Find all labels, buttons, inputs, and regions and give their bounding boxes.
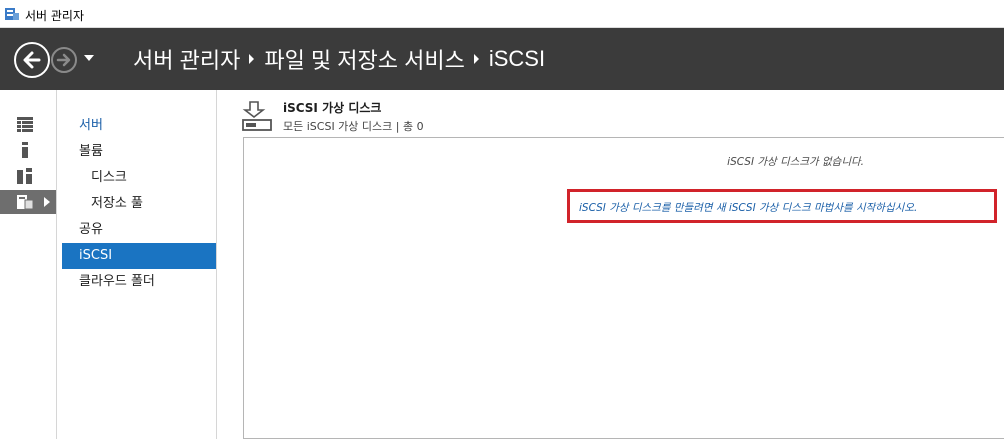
breadcrumb-iscsi: iSCSI <box>488 46 546 71</box>
history-dropdown-icon[interactable] <box>84 55 94 61</box>
forward-button[interactable] <box>51 47 77 73</box>
breadcrumb-file-storage[interactable]: 파일 및 저장소 서비스 <box>264 43 465 75</box>
breadcrumb-separator-icon <box>473 54 479 64</box>
nav-item-disks[interactable]: 디스크 <box>62 165 216 191</box>
iscsi-virtual-disk-icon <box>242 101 272 131</box>
nav-item-volumes[interactable]: 볼륨 <box>62 139 216 165</box>
navigation-pane: 서버 볼륨 디스크 저장소 풀 공유 iSCSI 클라우드 폴더 <box>61 90 217 439</box>
new-virtual-disk-wizard-link[interactable]: iSCSI 가상 디스크를 만들려면 새 iSCSI 가상 디스크 마법사를 시… <box>579 200 917 215</box>
section-title: iSCSI 가상 디스크 <box>283 101 382 115</box>
window-titlebar: 서버 관리자 <box>0 0 1004 28</box>
nav-item-shares[interactable]: 공유 <box>62 217 216 243</box>
empty-state-message: iSCSI 가상 디스크가 없습니다. <box>727 156 864 168</box>
header-bar: 서버 관리자 파일 및 저장소 서비스 iSCSI <box>0 28 1004 90</box>
breadcrumb-server-manager[interactable]: 서버 관리자 <box>133 43 240 75</box>
server-manager-app-icon <box>5 8 19 20</box>
sidebar-item-file-storage[interactable] <box>0 190 56 214</box>
back-button[interactable] <box>14 42 50 78</box>
icon-sidebar <box>0 90 57 439</box>
nav-item-storage-pools[interactable]: 저장소 풀 <box>62 191 216 217</box>
expand-arrow-icon <box>44 197 50 207</box>
nav-item-servers[interactable]: 서버 <box>62 113 216 139</box>
section-subtitle: 모든 iSCSI 가상 디스크 | 총 0 <box>283 120 424 133</box>
dashboard-icon <box>17 117 33 132</box>
breadcrumb-separator-icon <box>249 54 255 64</box>
forward-arrow-icon <box>56 53 71 67</box>
nav-item-iscsi[interactable]: iSCSI <box>62 243 216 269</box>
sidebar-item-local-server[interactable] <box>0 138 56 162</box>
breadcrumb: 서버 관리자 파일 및 저장소 서비스 iSCSI <box>133 43 545 75</box>
back-arrow-icon <box>23 51 41 69</box>
all-servers-icon <box>17 168 32 184</box>
local-server-icon <box>22 142 28 158</box>
nav-item-cloud-folders[interactable]: 클라우드 폴더 <box>62 269 216 295</box>
sidebar-item-dashboard[interactable] <box>0 112 56 136</box>
virtual-disk-panel: iSCSI 가상 디스크가 없습니다. iSCSI 가상 디스크를 만들려면 새… <box>243 137 1004 439</box>
file-storage-icon <box>17 195 34 210</box>
sidebar-item-all-servers[interactable] <box>0 164 56 188</box>
window-title: 서버 관리자 <box>25 9 85 23</box>
